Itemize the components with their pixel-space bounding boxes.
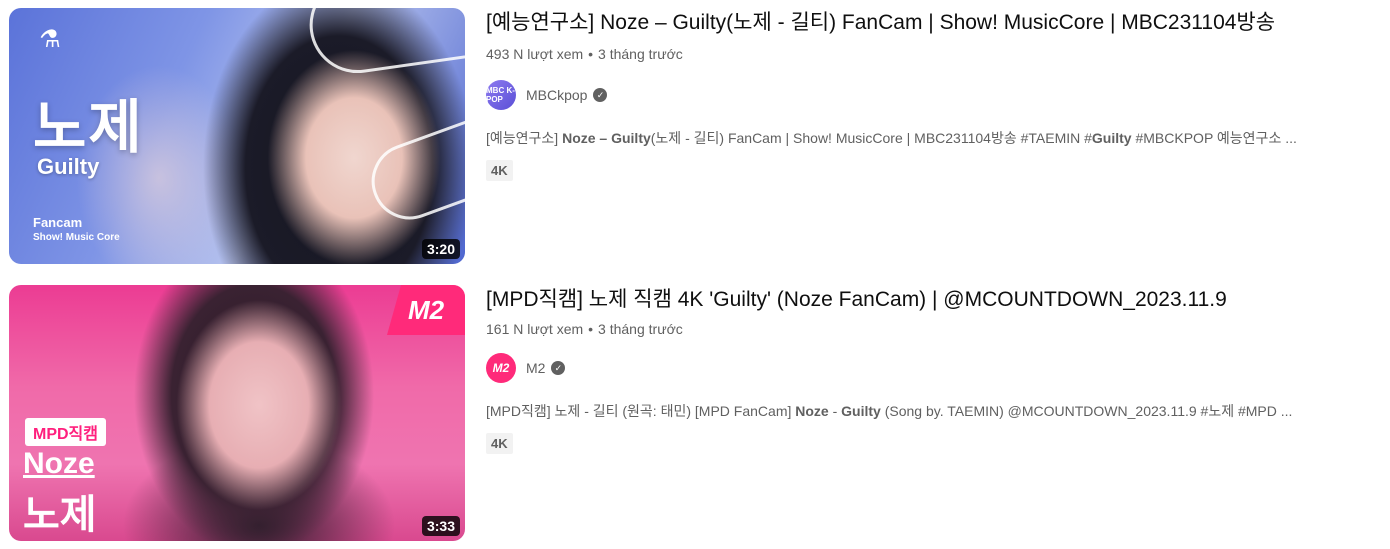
flask-icon: ⚗ [39, 25, 61, 53]
snippet-text: (노제 - 길티) FanCam | Show! MusicCore | MBC… [650, 130, 1092, 146]
check-circle-icon: ✓ [551, 361, 566, 375]
duration-badge: 3:20 [421, 239, 460, 259]
video-description-snippet: [MPD직캠] 노제 - 길티 (원곡: 태민) [MPD FanCam] No… [486, 401, 1366, 421]
channel-avatar[interactable]: M2 [486, 353, 516, 383]
duration-badge: 3:33 [421, 516, 460, 536]
video-thumbnail[interactable]: ⚗ 노제 Guilty Fancam Show! Music Core 3:20 [9, 8, 465, 264]
video-result[interactable]: M2 MPD직캠 Noze 노제 3:33 [MPD직캠] 노제 직캠 4K '… [0, 285, 1390, 543]
upload-age: 3 tháng trước [598, 46, 683, 62]
quality-badge: 4K [486, 433, 513, 454]
thumbnail-caption: Fancam [33, 215, 83, 230]
m2-logo: M2 [387, 285, 465, 335]
video-result[interactable]: ⚗ 노제 Guilty Fancam Show! Music Core 3:20… [0, 8, 1390, 266]
channel-avatar[interactable]: MBC K-POP [486, 80, 516, 110]
video-info: [예능연구소] Noze – Guilty(노제 - 길티) FanCam | … [486, 8, 1366, 181]
snippet-text: (Song by. TAEMIN) @MCOUNTDOWN_2023.11.9 … [880, 403, 1293, 419]
video-info: [MPD직캠] 노제 직캠 4K 'Guilty' (Noze FanCam) … [486, 285, 1366, 454]
channel-name[interactable]: M2 [526, 360, 545, 376]
thumbnail-decoration [303, 8, 465, 80]
snippet-text: #MBCKPOP 예능연구소 ... [1131, 130, 1297, 146]
channel-name[interactable]: MBCkpop [526, 87, 587, 103]
view-count: 493 N lượt xem [486, 46, 584, 62]
meta-separator: • [588, 321, 594, 337]
video-thumbnail[interactable]: M2 MPD직캠 Noze 노제 3:33 [9, 285, 465, 541]
thumbnail-subtitle-text: 노제 [23, 493, 97, 537]
video-title-link[interactable]: [MPD직캠] 노제 직캠 4K 'Guilty' (Noze FanCam) … [486, 285, 1336, 315]
video-metadata: 161 N lượt xem • 3 tháng trước [486, 319, 1366, 339]
meta-separator: • [588, 46, 594, 62]
channel-link[interactable]: MBC K-POP MBCkpop ✓ [486, 80, 1366, 110]
quality-badge: 4K [486, 160, 513, 181]
thumbnail-decoration [361, 101, 465, 231]
snippet-text: [MPD직캠] 노제 - 길티 (원곡: 태민) [MPD FanCam] [486, 403, 796, 419]
channel-link[interactable]: M2 M2 ✓ [486, 353, 1366, 383]
search-results: ⚗ 노제 Guilty Fancam Show! Music Core 3:20… [0, 0, 1390, 549]
upload-age: 3 tháng trước [598, 321, 683, 337]
thumbnail-badge: MPD직캠 [25, 418, 106, 446]
snippet-highlight: Guilty [1091, 130, 1132, 146]
video-title-link[interactable]: [예능연구소] Noze – Guilty(노제 - 길티) FanCam | … [486, 8, 1336, 38]
view-count: 161 N lượt xem [486, 321, 584, 337]
snippet-highlight: Noze – Guilty [562, 130, 651, 146]
snippet-text: - [828, 403, 842, 419]
snippet-text: [예능연구소] [486, 130, 563, 146]
video-description-snippet: [예능연구소] Noze – Guilty(노제 - 길티) FanCam | … [486, 128, 1366, 148]
thumbnail-caption: Show! Music Core [33, 232, 120, 243]
thumbnail-title-text: 노제 [33, 95, 144, 160]
thumbnail-title-text: Noze [23, 447, 95, 480]
thumbnail-subtitle-text: Guilty [37, 154, 100, 179]
snippet-highlight: Noze [795, 403, 829, 419]
video-metadata: 493 N lượt xem • 3 tháng trước [486, 44, 1366, 64]
snippet-highlight: Guilty [841, 403, 881, 419]
check-circle-icon: ✓ [593, 88, 608, 102]
